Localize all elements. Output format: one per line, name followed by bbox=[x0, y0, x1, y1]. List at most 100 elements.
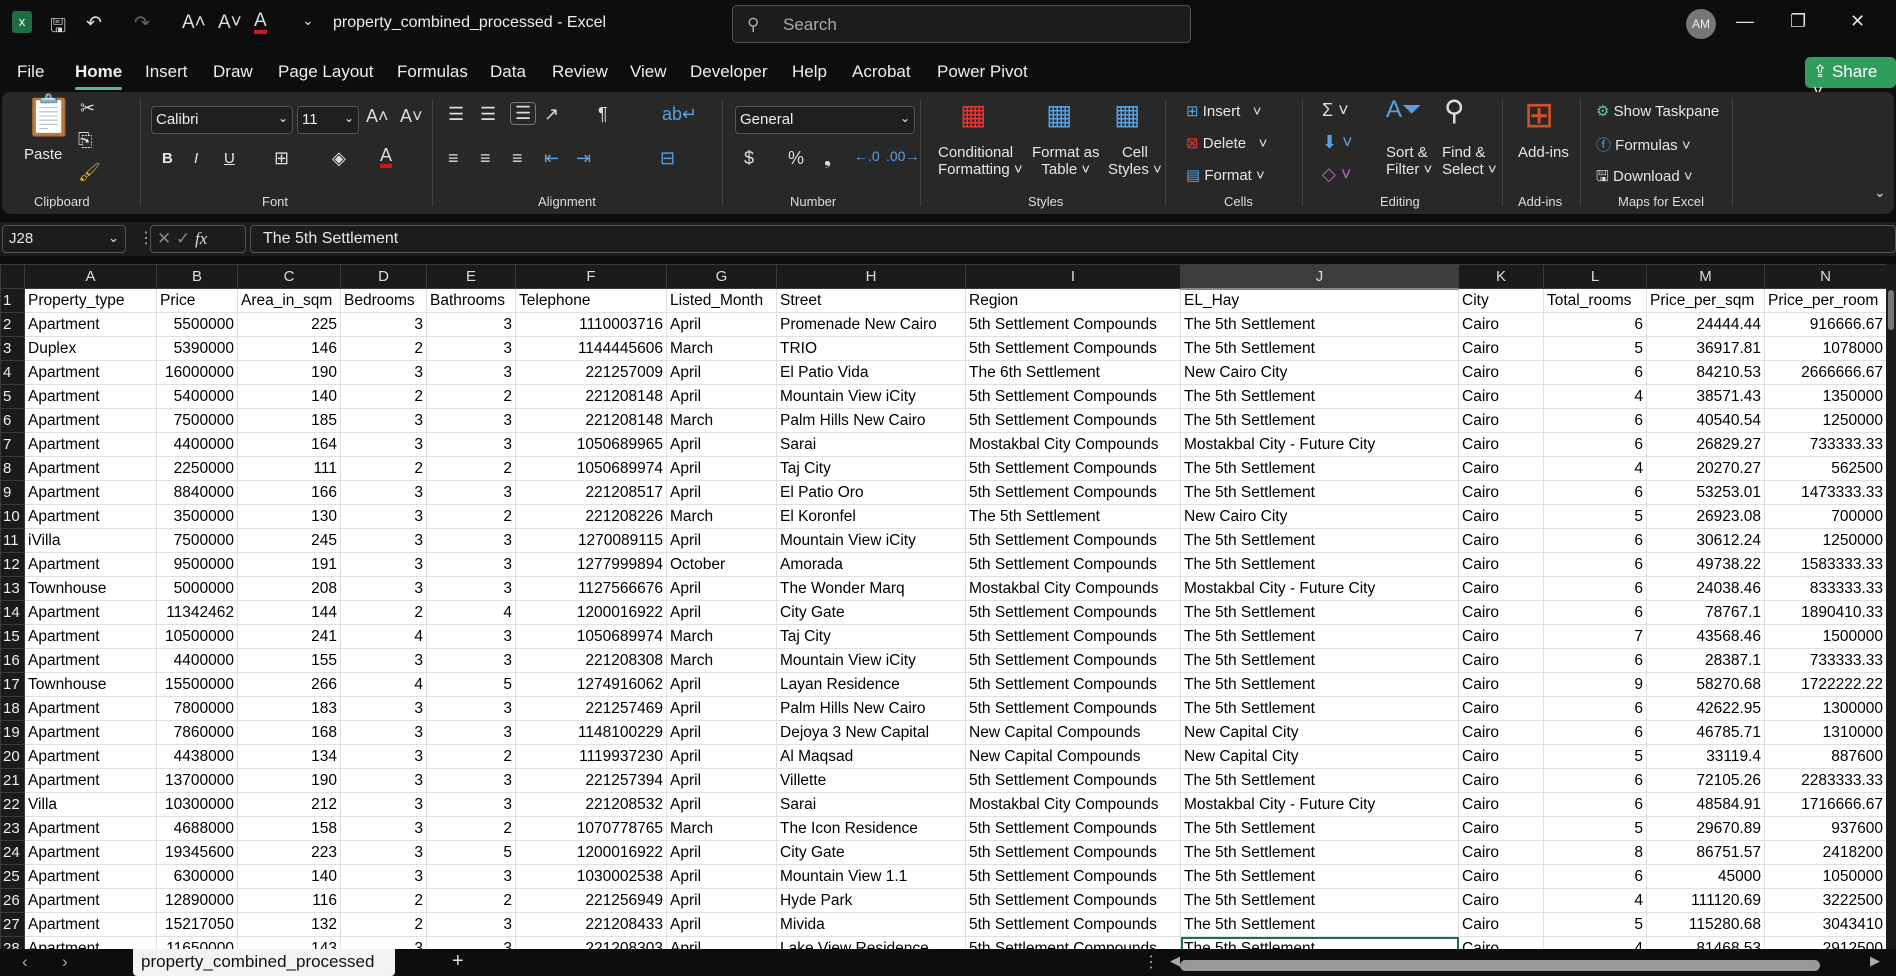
cell[interactable]: 223 bbox=[237, 840, 341, 865]
cell[interactable]: 6300000 bbox=[156, 864, 238, 889]
cell[interactable]: New Capital Compounds bbox=[965, 720, 1181, 745]
cell[interactable]: April bbox=[666, 312, 777, 337]
cell[interactable]: Mountain View 1.1 bbox=[776, 864, 966, 889]
cell[interactable]: 190 bbox=[237, 768, 341, 793]
cell[interactable]: Apartment bbox=[24, 384, 157, 409]
cell[interactable]: 6 bbox=[1543, 312, 1647, 337]
cell[interactable]: 2 bbox=[426, 504, 516, 529]
cell[interactable]: 7500000 bbox=[156, 408, 238, 433]
row-header[interactable]: 7 bbox=[0, 432, 25, 457]
cell[interactable]: 221208308 bbox=[515, 648, 667, 673]
cell[interactable]: iVilla bbox=[24, 528, 157, 553]
cell[interactable]: 3 bbox=[340, 480, 427, 505]
cell[interactable]: Cairo bbox=[1458, 840, 1544, 865]
cell[interactable]: 3 bbox=[426, 360, 516, 385]
cell[interactable]: 116 bbox=[237, 888, 341, 913]
cell[interactable]: 155 bbox=[237, 648, 341, 673]
spreadsheet-grid[interactable]: A B C D E F G H I J K L M N 1 Property_type Price Area_in… bbox=[0, 264, 1886, 949]
cell[interactable]: The 5th Settlement bbox=[1180, 600, 1459, 625]
cell[interactable]: 5390000 bbox=[156, 336, 238, 361]
cell[interactable]: 5th Settlement Compounds bbox=[965, 648, 1181, 673]
cell[interactable]: 221257394 bbox=[515, 768, 667, 793]
cell[interactable]: The 5th Settlement bbox=[1180, 624, 1459, 649]
cell[interactable]: April bbox=[666, 672, 777, 697]
row-header[interactable]: 12 bbox=[0, 552, 25, 577]
cell[interactable]: 5 bbox=[426, 672, 516, 697]
cell[interactable]: Cairo bbox=[1458, 792, 1544, 817]
cell[interactable]: 15217050 bbox=[156, 912, 238, 937]
cell[interactable]: 3 bbox=[340, 408, 427, 433]
cell[interactable]: 3222500 bbox=[1764, 888, 1886, 913]
tab-view[interactable]: View bbox=[630, 62, 667, 82]
cell[interactable]: 6 bbox=[1543, 576, 1647, 601]
restore-icon[interactable]: ❐ bbox=[1790, 11, 1806, 32]
cell[interactable]: 5th Settlement Compounds bbox=[965, 600, 1181, 625]
insert-function-button[interactable]: fx bbox=[195, 229, 207, 248]
row-header[interactable]: 11 bbox=[0, 528, 25, 553]
cell[interactable]: 6 bbox=[1543, 600, 1647, 625]
cell[interactable]: Apartment bbox=[24, 504, 157, 529]
cell[interactable]: 9500000 bbox=[156, 552, 238, 577]
cell[interactable]: 7500000 bbox=[156, 528, 238, 553]
collapse-ribbon-icon[interactable]: ⌄ bbox=[1874, 184, 1886, 201]
cell[interactable]: Mostakbal City Compounds bbox=[965, 792, 1181, 817]
column-title[interactable]: Listed_Month bbox=[666, 288, 777, 313]
cell[interactable]: Cairo bbox=[1458, 888, 1544, 913]
cell[interactable]: 1300000 bbox=[1764, 696, 1886, 721]
align-right-icon[interactable]: ≡ bbox=[512, 148, 523, 169]
cell[interactable]: 4 bbox=[1543, 888, 1647, 913]
cell[interactable]: The 5th Settlement bbox=[1180, 912, 1459, 937]
tab-power-pivot[interactable]: Power Pivot bbox=[937, 62, 1028, 82]
cell[interactable]: 4400000 bbox=[156, 648, 238, 673]
row-header[interactable]: 17 bbox=[0, 672, 25, 697]
cell[interactable]: Mostakbal City Compounds bbox=[965, 576, 1181, 601]
cell[interactable]: April bbox=[666, 456, 777, 481]
text-direction-icon[interactable]: ¶ bbox=[598, 104, 608, 125]
cell[interactable]: 58270.68 bbox=[1646, 672, 1765, 697]
cut-icon[interactable]: ✂ bbox=[80, 98, 95, 119]
cell[interactable]: 2418200 bbox=[1764, 840, 1886, 865]
row-header[interactable]: 27 bbox=[0, 912, 25, 937]
insert-cells-button[interactable]: ⊞ Insert ˅ bbox=[1186, 102, 1262, 120]
cell[interactable]: 3 bbox=[340, 744, 427, 769]
cell[interactable]: 5 bbox=[426, 840, 516, 865]
save-icon[interactable]: 🖫 bbox=[50, 12, 66, 44]
cell[interactable]: April bbox=[666, 696, 777, 721]
cell[interactable]: 24038.46 bbox=[1646, 576, 1765, 601]
row-header[interactable]: 10 bbox=[0, 504, 25, 529]
cell[interactable]: TRIO bbox=[776, 336, 966, 361]
cell[interactable]: 168 bbox=[237, 720, 341, 745]
cell[interactable]: 5 bbox=[1543, 816, 1647, 841]
cell[interactable]: 5th Settlement Compounds bbox=[965, 936, 1181, 949]
cell[interactable]: New Capital Compounds bbox=[965, 744, 1181, 769]
cell[interactable]: 26829.27 bbox=[1646, 432, 1765, 457]
row-header[interactable]: 25 bbox=[0, 864, 25, 889]
cell[interactable]: 3 bbox=[340, 720, 427, 745]
cell[interactable]: 13700000 bbox=[156, 768, 238, 793]
cell[interactable]: 8840000 bbox=[156, 480, 238, 505]
tab-help[interactable]: Help bbox=[792, 62, 827, 82]
cell[interactable]: April bbox=[666, 840, 777, 865]
cell[interactable]: 1583333.33 bbox=[1764, 552, 1886, 577]
cell[interactable]: 2 bbox=[340, 384, 427, 409]
cell[interactable]: 3 bbox=[340, 360, 427, 385]
row-header[interactable]: 24 bbox=[0, 840, 25, 865]
cell[interactable]: 4 bbox=[1543, 456, 1647, 481]
cell[interactable]: Cairo bbox=[1458, 648, 1544, 673]
row-header[interactable]: 22 bbox=[0, 792, 25, 817]
cell[interactable]: 10300000 bbox=[156, 792, 238, 817]
cell[interactable]: 10500000 bbox=[156, 624, 238, 649]
cell[interactable]: Cairo bbox=[1458, 456, 1544, 481]
cell[interactable]: 3 bbox=[340, 792, 427, 817]
cell[interactable]: 3 bbox=[426, 792, 516, 817]
cell[interactable]: 45000 bbox=[1646, 864, 1765, 889]
cell[interactable]: 38571.43 bbox=[1646, 384, 1765, 409]
cell[interactable]: 3 bbox=[340, 696, 427, 721]
font-size-select[interactable]: 11 ⌄ bbox=[297, 106, 359, 134]
cell[interactable]: April bbox=[666, 384, 777, 409]
cell[interactable]: Cairo bbox=[1458, 696, 1544, 721]
find-select-button[interactable]: Find & Select ˅ bbox=[1442, 144, 1497, 178]
cell[interactable]: 158 bbox=[237, 816, 341, 841]
cell[interactable]: 3 bbox=[340, 504, 427, 529]
cell[interactable]: 5th Settlement Compounds bbox=[965, 864, 1181, 889]
